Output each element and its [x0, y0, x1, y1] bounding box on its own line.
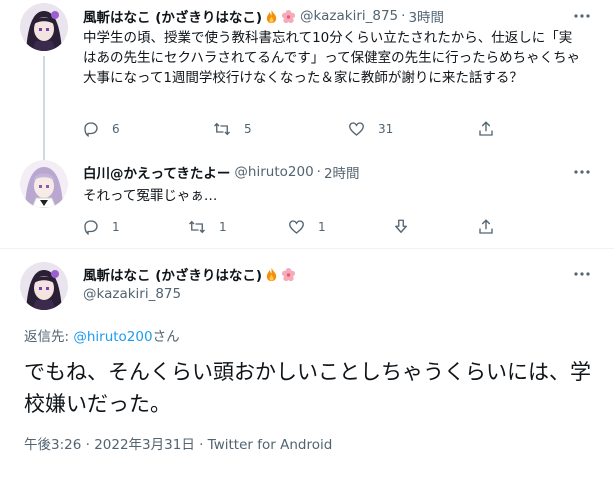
timestamp[interactable]: 3時間 [408, 6, 444, 26]
reply-prefix: 返信先: [24, 329, 74, 345]
more-options-button[interactable] [570, 162, 594, 182]
cherry-blossom-icon [281, 267, 296, 281]
handle-row: @kazakiri_875 [83, 284, 181, 304]
user-handle[interactable]: @kazakiri_875 [300, 8, 398, 24]
share-button[interactable] [477, 116, 495, 142]
reply-mention-link[interactable]: @hiruto200 [73, 329, 152, 345]
cherry-blossom-icon [281, 9, 296, 23]
reply-button[interactable]: 6 [82, 116, 120, 142]
tweet-header: 白川@かえってきたよー @hiruto200 · 2時間 [83, 162, 360, 182]
tweet-1[interactable]: 風斬はなこ (かざきりはなこ) @kazakiri_875 · 3時間 中学生の… [0, 0, 614, 164]
share-icon [479, 219, 493, 234]
more-icon [574, 272, 590, 276]
heart-icon [289, 220, 304, 234]
action-bar: 6 5 31 [77, 116, 537, 142]
tweet-meta[interactable]: 午後3:26 · 2022年3月31日 · Twitter for Androi… [24, 433, 332, 453]
user-handle[interactable]: @kazakiri_875 [83, 286, 181, 302]
display-name[interactable]: 風斬はなこ (かざきりはなこ) [83, 6, 262, 26]
thread-line [43, 56, 45, 164]
more-options-button[interactable] [570, 264, 594, 284]
fire-emoji-icon [266, 267, 277, 281]
reply-icon [84, 220, 98, 235]
reply-count: 6 [112, 122, 120, 136]
reply-suffix: さん [152, 329, 180, 345]
download-icon [395, 219, 407, 233]
avatar[interactable] [20, 3, 68, 51]
separator-dot: · [316, 164, 321, 180]
display-name[interactable]: 白川@かえってきたよー [83, 162, 230, 182]
like-count: 1 [318, 220, 326, 234]
separator-dot: · [401, 8, 406, 24]
fire-emoji-icon [266, 9, 277, 23]
reply-count: 1 [112, 220, 120, 234]
retweet-button[interactable]: 5 [212, 116, 252, 142]
share-button[interactable] [477, 214, 495, 240]
retweet-button[interactable]: 1 [187, 214, 227, 240]
avatar[interactable] [20, 262, 68, 310]
reply-icon [84, 122, 98, 137]
user-handle[interactable]: @hiruto200 [234, 164, 313, 180]
display-name[interactable]: 風斬はなこ (かざきりはなこ) [83, 264, 262, 284]
reply-button[interactable]: 1 [82, 214, 120, 240]
like-count: 31 [378, 122, 394, 136]
retweet-icon [189, 220, 205, 234]
tweet-2[interactable]: 白川@かえってきたよー @hiruto200 · 2時間 それって冤罪じゃぁ… … [0, 150, 614, 250]
more-icon [574, 170, 590, 174]
retweet-icon [214, 122, 230, 136]
action-bar: 1 1 1 [77, 214, 537, 240]
share-icon [479, 121, 493, 136]
like-button[interactable]: 1 [287, 214, 326, 240]
reply-context: 返信先: @hiruto200さん [24, 325, 180, 345]
avatar[interactable] [20, 160, 68, 208]
timestamp[interactable]: 2時間 [324, 162, 360, 182]
download-button[interactable] [392, 214, 410, 240]
like-button[interactable]: 31 [347, 116, 393, 142]
tweet-text: それって冤罪じゃぁ… [83, 188, 218, 204]
tweet-header: 風斬はなこ (かざきりはなこ) [83, 264, 296, 284]
retweet-count: 5 [244, 122, 252, 136]
more-icon [574, 14, 590, 18]
focused-tweet-text: でもね、そんくらい頭おかしいことしちゃうくらいには、学校嫌いだった。 [24, 360, 591, 416]
tweet-header: 風斬はなこ (かざきりはなこ) @kazakiri_875 · 3時間 [83, 6, 444, 26]
divider [0, 248, 614, 249]
retweet-count: 1 [219, 220, 227, 234]
heart-icon [349, 122, 364, 136]
tweet-text: 中学生の頃、授業で使う教科書忘れて10分くらい立たされたから、仕返しに「実はあの… [83, 30, 581, 86]
more-options-button[interactable] [570, 6, 594, 26]
